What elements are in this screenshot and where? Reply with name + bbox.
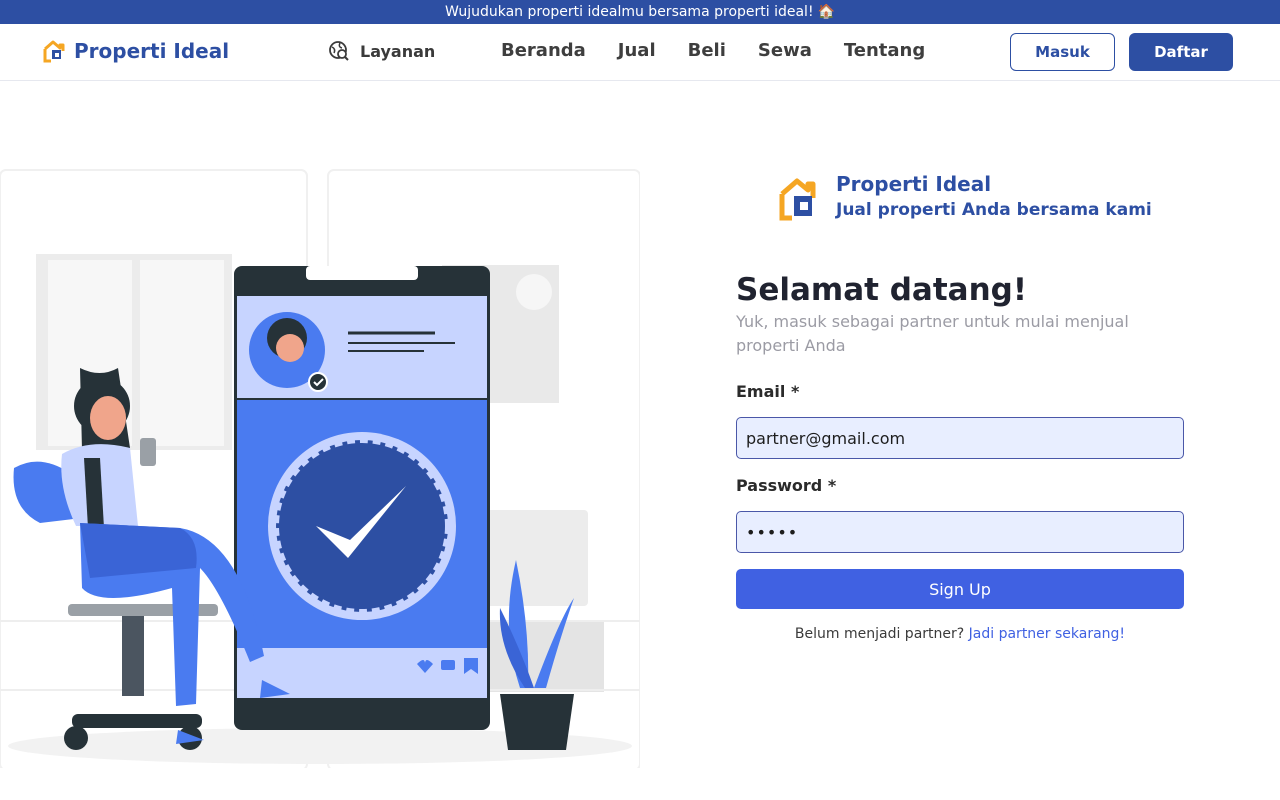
welcome-heading: Selamat datang! xyxy=(736,272,1027,308)
house-logo-icon xyxy=(43,40,65,63)
become-partner-link[interactable]: Jadi partner sekarang! xyxy=(969,626,1125,642)
password-field[interactable] xyxy=(736,511,1184,553)
services-label: Layanan xyxy=(360,41,436,61)
register-prompt-text: Belum menjadi partner? xyxy=(794,626,965,642)
brand-link[interactable]: Properti Ideal xyxy=(42,39,229,63)
top-navbar: Properti Ideal Layanan Beranda Jual Beli… xyxy=(0,24,1280,81)
email-label: Email * xyxy=(736,382,800,401)
main-menu: Beranda Jual Beli Sewa Tentang xyxy=(501,40,925,61)
email-field[interactable] xyxy=(736,417,1184,459)
login-button[interactable]: Masuk xyxy=(1010,33,1115,71)
welcome-subtitle: Yuk, masuk sebagai partner untuk mulai m… xyxy=(736,312,1129,355)
services-menu[interactable]: Layanan xyxy=(328,40,435,62)
form-brand-title: Properti Ideal xyxy=(836,172,992,196)
form-brand-text: Properti Ideal Jual properti Anda bersam… xyxy=(836,172,1152,224)
nav-link-beranda[interactable]: Beranda xyxy=(501,40,586,61)
nav-link-beli[interactable]: Beli xyxy=(688,40,726,61)
sign-up-button[interactable]: Sign Up xyxy=(736,569,1184,609)
password-label: Password * xyxy=(736,476,837,495)
register-button[interactable]: Daftar xyxy=(1129,33,1233,71)
house-logo-icon xyxy=(779,178,816,221)
house-emoji-icon: 🏠 xyxy=(817,4,835,20)
announcement-bar: Wujudukan properti idealmu bersama prope… xyxy=(0,0,1280,24)
nav-link-sewa[interactable]: Sewa xyxy=(758,40,812,61)
form-brand-block: Properti Ideal Jual properti Anda bersam… xyxy=(778,172,1152,224)
nav-link-jual[interactable]: Jual xyxy=(618,40,656,61)
brand-name: Properti Ideal xyxy=(74,39,230,63)
form-brand-tagline: Jual properti Anda bersama kami xyxy=(836,200,1152,220)
nav-link-tentang[interactable]: Tentang xyxy=(844,40,925,61)
announcement-text: Wujudukan properti idealmu bersama prope… xyxy=(445,4,814,20)
register-prompt: Belum menjadi partner? Jadi partner seka… xyxy=(736,626,1184,642)
globe-search-icon xyxy=(329,41,349,61)
verified-partner-illustration xyxy=(0,169,640,768)
